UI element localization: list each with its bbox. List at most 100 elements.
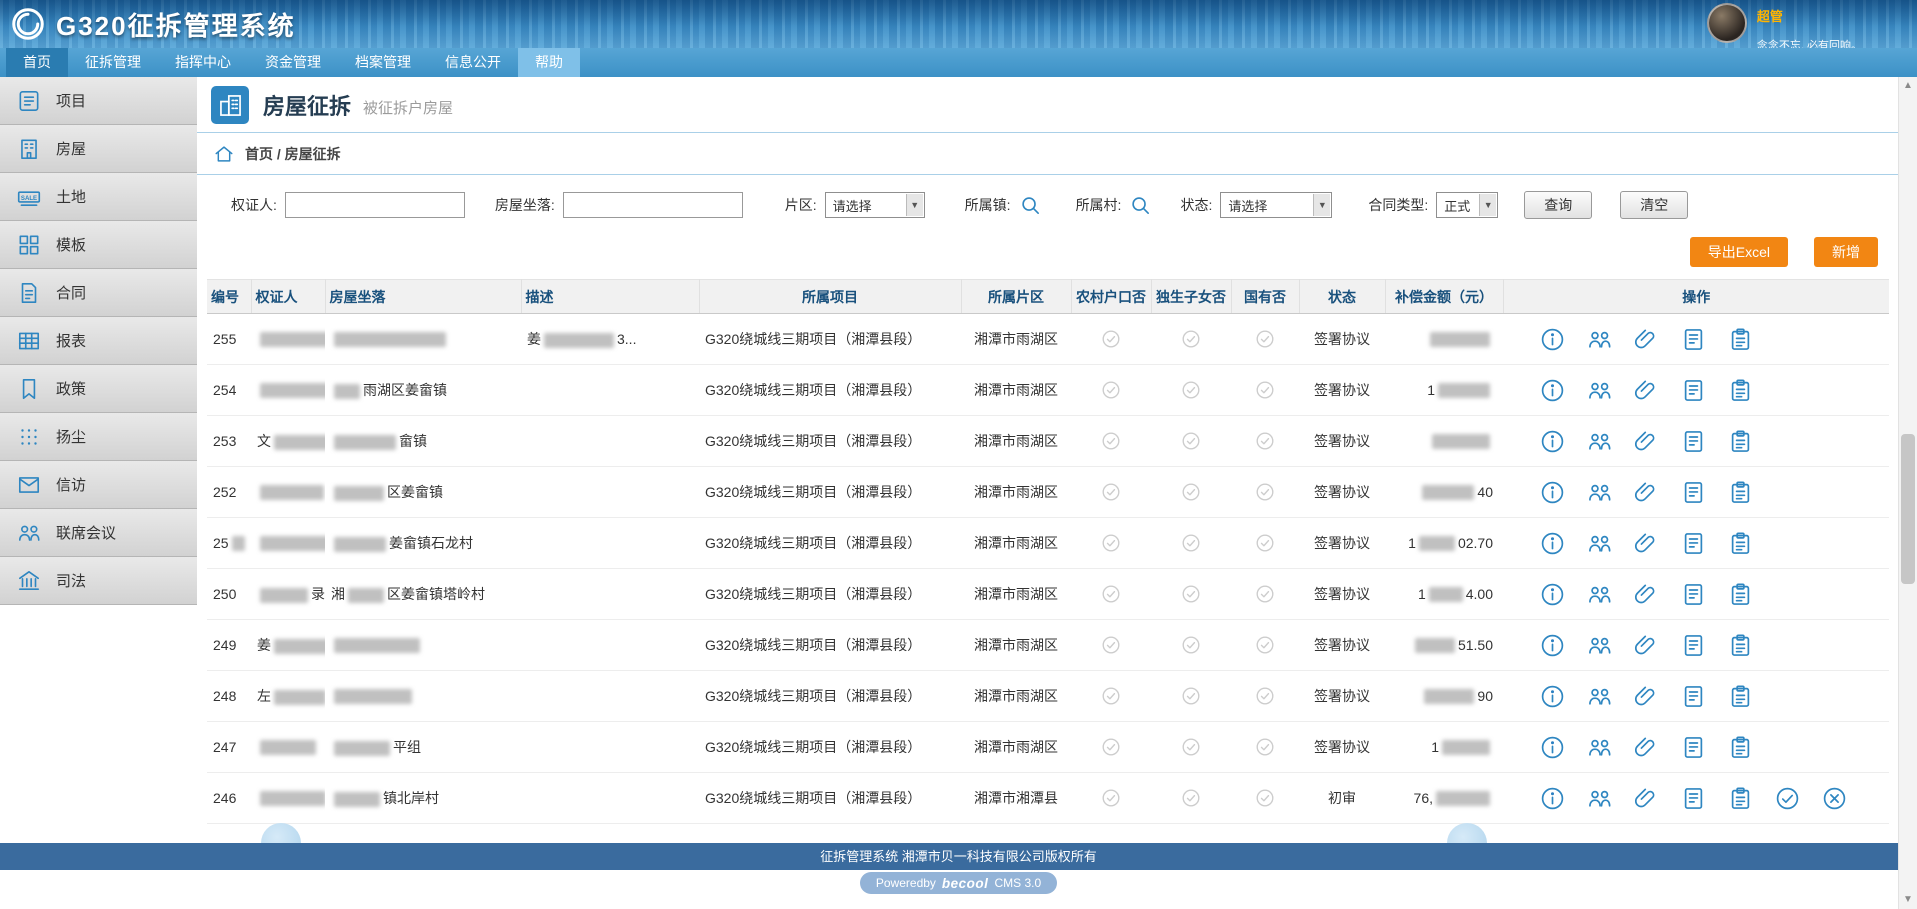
record-icon[interactable] xyxy=(1680,683,1707,710)
info-icon[interactable] xyxy=(1539,785,1566,812)
record-icon[interactable] xyxy=(1680,326,1707,353)
check-circle-icon xyxy=(1180,738,1202,754)
clipboard-icon[interactable] xyxy=(1727,683,1754,710)
address-filter-label: 房屋坐落: xyxy=(495,195,555,215)
nav-item-7[interactable]: 帮助 xyxy=(518,48,580,77)
clipboard-icon[interactable] xyxy=(1727,326,1754,353)
area-select[interactable]: 请选择 ▼ xyxy=(825,192,925,218)
record-icon[interactable] xyxy=(1680,428,1707,455)
info-icon[interactable] xyxy=(1539,530,1566,557)
home-icon[interactable] xyxy=(213,143,235,165)
nav-item-2[interactable]: 征拆管理 xyxy=(68,48,158,77)
group-icon[interactable] xyxy=(1586,632,1613,659)
sidebar-item-7[interactable]: 政策 xyxy=(0,365,197,413)
info-icon[interactable] xyxy=(1539,428,1566,455)
sidebar-item-9[interactable]: 信访 xyxy=(0,461,197,509)
clipboard-icon[interactable] xyxy=(1727,734,1754,761)
sidebar-item-2[interactable]: 房屋 xyxy=(0,125,197,173)
record-icon[interactable] xyxy=(1680,632,1707,659)
address-input[interactable] xyxy=(563,192,743,218)
attachment-icon[interactable] xyxy=(1633,377,1660,404)
town-search-icon[interactable] xyxy=(1019,194,1042,217)
cell-status: 签署协议 xyxy=(1299,671,1385,722)
info-icon[interactable] xyxy=(1539,632,1566,659)
clipboard-icon[interactable] xyxy=(1727,581,1754,608)
sidebar-item-8[interactable]: 扬尘 xyxy=(0,413,197,461)
cell-description: 姜3... xyxy=(521,314,699,365)
cell-id: 247 xyxy=(207,722,251,773)
clipboard-icon[interactable] xyxy=(1727,632,1754,659)
group-icon[interactable] xyxy=(1586,479,1613,506)
nav-item-6[interactable]: 信息公开 xyxy=(428,48,518,77)
records-table: 编号权证人房屋坐落描述所属项目所属片区农村户口否独生子女否国有否状态补偿金额（元… xyxy=(207,279,1889,824)
sidebar-item-10[interactable]: 联席会议 xyxy=(0,509,197,557)
info-icon[interactable] xyxy=(1539,581,1566,608)
group-icon[interactable] xyxy=(1586,683,1613,710)
info-icon[interactable] xyxy=(1539,479,1566,506)
clipboard-icon[interactable] xyxy=(1727,785,1754,812)
reject-icon[interactable] xyxy=(1821,785,1848,812)
clipboard-icon[interactable] xyxy=(1727,530,1754,557)
attachment-icon[interactable] xyxy=(1633,683,1660,710)
clear-button[interactable]: 清空 xyxy=(1620,191,1688,219)
group-icon[interactable] xyxy=(1586,326,1613,353)
nav-item-3[interactable]: 指挥中心 xyxy=(158,48,248,77)
query-button[interactable]: 查询 xyxy=(1524,191,1592,219)
clipboard-icon[interactable] xyxy=(1727,428,1754,455)
sidebar-item-1[interactable]: 项目 xyxy=(0,77,197,125)
sidebar-item-4[interactable]: 模板 xyxy=(0,221,197,269)
attachment-icon[interactable] xyxy=(1633,326,1660,353)
owner-input[interactable] xyxy=(285,192,465,218)
group-icon[interactable] xyxy=(1586,428,1613,455)
cell-amount: 40 xyxy=(1385,467,1503,518)
group-icon[interactable] xyxy=(1586,785,1613,812)
sidebar-item-3[interactable]: SALE土地 xyxy=(0,173,197,221)
cell-only-child xyxy=(1151,569,1231,620)
group-icon[interactable] xyxy=(1586,581,1613,608)
attachment-icon[interactable] xyxy=(1633,734,1660,761)
float-button-right[interactable] xyxy=(1447,823,1487,843)
record-icon[interactable] xyxy=(1680,530,1707,557)
clipboard-icon[interactable] xyxy=(1727,377,1754,404)
record-icon[interactable] xyxy=(1680,377,1707,404)
record-icon[interactable] xyxy=(1680,479,1707,506)
info-icon[interactable] xyxy=(1539,377,1566,404)
attachment-icon[interactable] xyxy=(1633,632,1660,659)
approve-icon[interactable] xyxy=(1774,785,1801,812)
attachment-icon[interactable] xyxy=(1633,785,1660,812)
scroll-down-icon[interactable]: ▼ xyxy=(1899,892,1917,908)
cell-district: 湘潭市雨湖区 xyxy=(961,620,1071,671)
nav-item-4[interactable]: 资金管理 xyxy=(248,48,338,77)
sidebar-item-5[interactable]: 合同 xyxy=(0,269,197,317)
group-icon[interactable] xyxy=(1586,734,1613,761)
nav-item-5[interactable]: 档案管理 xyxy=(338,48,428,77)
add-button[interactable]: 新增 xyxy=(1814,237,1878,267)
user-avatar[interactable] xyxy=(1707,3,1747,43)
record-icon[interactable] xyxy=(1680,581,1707,608)
village-search-icon[interactable] xyxy=(1129,194,1152,217)
nav-item-1[interactable]: 首页 xyxy=(6,48,68,77)
attachment-icon[interactable] xyxy=(1633,479,1660,506)
export-excel-button[interactable]: 导出Excel xyxy=(1690,237,1788,267)
attachment-icon[interactable] xyxy=(1633,581,1660,608)
info-icon[interactable] xyxy=(1539,326,1566,353)
contract-type-select[interactable]: 正式 ▼ xyxy=(1436,192,1498,218)
float-button-left[interactable] xyxy=(261,823,301,843)
info-icon[interactable] xyxy=(1539,734,1566,761)
group-icon[interactable] xyxy=(1586,377,1613,404)
scrollbar-thumb[interactable] xyxy=(1901,434,1915,584)
sidebar-item-6[interactable]: 报表 xyxy=(0,317,197,365)
cell-amount xyxy=(1385,314,1503,365)
attachment-icon[interactable] xyxy=(1633,428,1660,455)
record-icon[interactable] xyxy=(1680,734,1707,761)
scroll-up-icon[interactable]: ▲ xyxy=(1899,78,1917,94)
info-icon[interactable] xyxy=(1539,683,1566,710)
clipboard-icon[interactable] xyxy=(1727,479,1754,506)
cell-description xyxy=(521,722,699,773)
record-icon[interactable] xyxy=(1680,785,1707,812)
vertical-scrollbar[interactable]: ▲ ▼ xyxy=(1898,77,1917,909)
sidebar-item-11[interactable]: 司法 xyxy=(0,557,197,605)
attachment-icon[interactable] xyxy=(1633,530,1660,557)
group-icon[interactable] xyxy=(1586,530,1613,557)
status-select[interactable]: 请选择 ▼ xyxy=(1220,192,1332,218)
